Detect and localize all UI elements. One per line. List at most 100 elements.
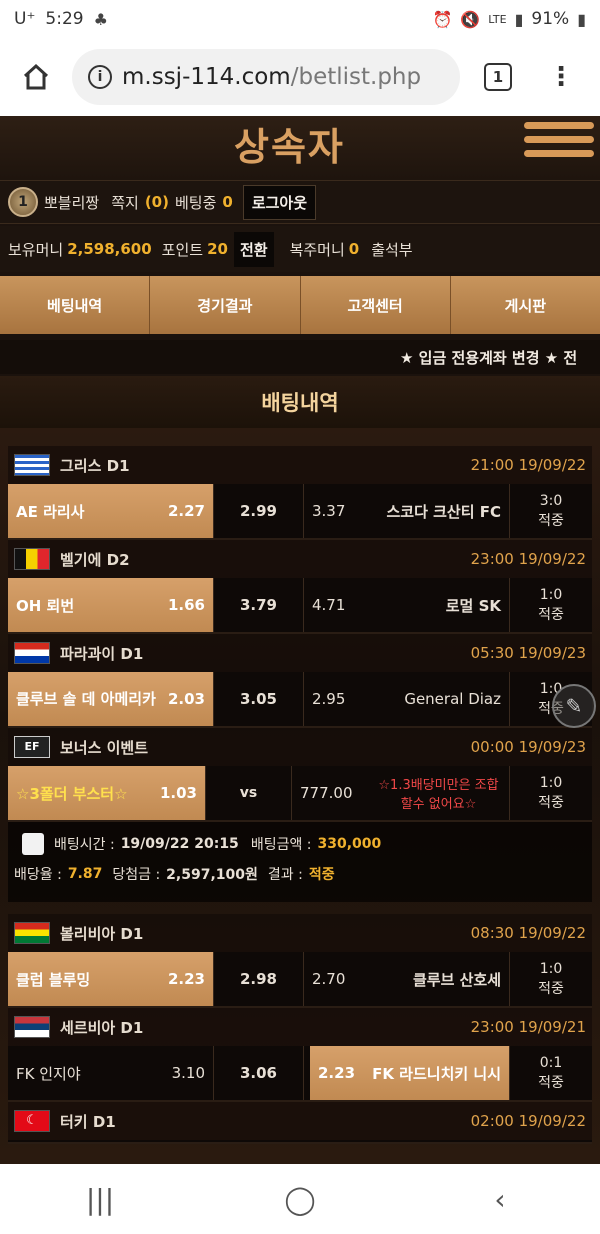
restore-money-label: 복주머니 [289, 240, 345, 259]
result-cell: 1:0 적중 [510, 952, 592, 1006]
bet-time-label: 배팅시간 : [54, 837, 115, 853]
attendance-link[interactable]: 출석부 [371, 239, 412, 260]
match-time: 23:00 19/09/21 [470, 1018, 586, 1036]
url-field[interactable]: i m.ssj-114.com /betlist.php [72, 49, 460, 105]
bet-list: 그리스 D1 21:00 19/09/22 AE 라리사 2.27 2.99 3… [8, 446, 592, 1144]
league-name: 그리스 D1 [60, 456, 130, 475]
info-icon[interactable]: i [88, 65, 112, 89]
nav-board[interactable]: 게시판 [451, 276, 600, 334]
home-team: AE 라리사 [16, 502, 85, 521]
away-pick[interactable]: 2.95 General Diaz [304, 672, 510, 726]
match-time: 00:00 19/09/23 [470, 738, 586, 756]
home-pick[interactable]: 클럽 블루밍 2.23 [8, 952, 214, 1006]
bet-time-value: 19/09/22 20:15 [120, 836, 239, 852]
bet-list-area: 그리스 D1 21:00 19/09/22 AE 라리사 2.27 2.99 3… [0, 428, 600, 1164]
away-odd: 3.37 [312, 502, 346, 520]
memo-link[interactable]: 쪽지 [111, 192, 139, 213]
result-label: 결과 : [267, 867, 303, 883]
site-logo[interactable]: 상속자 [234, 116, 345, 171]
match-time: 23:00 19/09/22 [470, 550, 586, 568]
nav-match-results[interactable]: 경기결과 [150, 276, 301, 334]
result-value: 적중 [308, 867, 335, 883]
select-checkbox[interactable] [22, 833, 44, 855]
result: 적중 [538, 607, 564, 623]
home-team: FK 인지야 [16, 1064, 81, 1083]
away-odd: 4.71 [312, 596, 346, 614]
system-navigation-bar: ||| ◯ ‹ [0, 1164, 600, 1234]
restore-money-value: 0 [348, 240, 360, 258]
home-icon[interactable] [12, 53, 60, 101]
draw-odd[interactable]: 2.99 [214, 484, 304, 538]
away-pick[interactable]: 2.70 클루브 산호세 [304, 952, 510, 1006]
notice-ticker: ★ 입금 전용계좌 변경 ★ 전 [0, 340, 600, 374]
score: 1:0 [539, 775, 563, 791]
away-team: FK 라드니치키 니시 [372, 1064, 501, 1083]
nav-customer-center[interactable]: 고객센터 [301, 276, 451, 334]
away-odd: 2.23 [318, 1064, 356, 1082]
away-pick[interactable]: 3.37 스코다 크산티 FC [304, 484, 510, 538]
more-menu-icon[interactable]: ⋮ [548, 64, 574, 90]
edit-fab-icon[interactable]: ✎ [552, 684, 596, 728]
point-value: 20 [207, 240, 228, 258]
signal-icon: ▮ [514, 9, 524, 29]
bet-row: AE 라리사 2.27 2.99 3.37 스코다 크산티 FC 3:0 적중 [8, 484, 592, 540]
result-cell: 0:1 적중 [510, 1046, 592, 1100]
league-name: 파라과이 D1 [60, 644, 144, 663]
home-pick[interactable]: 클루브 솔 데 아메리카 2.03 [8, 672, 214, 726]
away-team: 스코다 크산티 FC [386, 502, 502, 521]
recent-apps-icon[interactable]: ||| [70, 1183, 130, 1216]
nav-betting-history[interactable]: 베팅내역 [0, 276, 151, 334]
betting-label: 베팅중 [174, 193, 217, 212]
win-value: 2,597,100원 [166, 867, 258, 883]
away-team: 로멀 SK [445, 596, 501, 615]
turkey-flag-icon: ☾ [14, 1110, 50, 1132]
league-name: 볼리비아 D1 [60, 924, 144, 943]
bet-summary: 배팅시간 : 19/09/22 20:15 배팅금액 : 330,000 배당율… [8, 822, 592, 902]
away-pick[interactable]: 4.71 로멀 SK [304, 578, 510, 632]
home-team: 클루브 솔 데 아메리카 [16, 690, 156, 708]
carrier-label: U⁺ [14, 9, 36, 29]
paraguay-flag-icon [14, 642, 50, 664]
home-pick[interactable]: FK 인지야 3.10 [8, 1046, 214, 1100]
league-name: 세르비아 D1 [60, 1018, 144, 1037]
network-label: LTE [488, 12, 507, 26]
result: 적중 [538, 513, 564, 529]
home-pick[interactable]: ☆3폴더 부스터☆ 1.03 [8, 766, 206, 820]
bet-row: OH 뢰번 1.66 3.79 4.71 로멀 SK 1:0 적중 [8, 578, 592, 634]
score: 1:0 [539, 961, 563, 977]
draw-odd[interactable]: 2.98 [214, 952, 304, 1006]
away-team: ☆1.3배당미만은 조합 할수 없어요☆ [378, 778, 499, 812]
nickname: 뽀블리짱 [44, 193, 100, 212]
money-bar: 보유머니 2,598,600 포인트 20 전환 복주머니 0 출석부 [0, 226, 600, 272]
draw-odd[interactable]: 3.05 [214, 672, 304, 726]
back-icon[interactable]: ‹ [470, 1183, 530, 1216]
result-cell: 3:0 적중 [510, 484, 592, 538]
league-name: 터키 D1 [60, 1112, 116, 1131]
draw-odd[interactable]: 3.06 [214, 1046, 304, 1100]
memo-count[interactable]: (0) [145, 193, 169, 211]
tabs-button[interactable]: 1 [484, 63, 512, 91]
home-odd: 3.10 [171, 1064, 205, 1082]
home-pick[interactable]: OH 뢰번 1.66 [8, 578, 214, 632]
league-header: 벨기에 D2 23:00 19/09/22 [8, 540, 592, 578]
hamburger-menu-icon[interactable] [524, 122, 594, 162]
home-button-icon[interactable]: ◯ [270, 1183, 330, 1216]
battery-icon: ▮ [577, 9, 586, 29]
home-pick[interactable]: AE 라리사 2.27 [8, 484, 214, 538]
site-content: 상속자 1 뽀블리짱 쪽지 (0) 베팅중 0 로그아웃 보유머니 2,598,… [0, 116, 600, 1164]
draw-odd[interactable]: 3.79 [214, 578, 304, 632]
serbia-flag-icon [14, 1016, 50, 1038]
win-label: 당첨금 : [112, 867, 161, 883]
hold-money-value: 2,598,600 [67, 240, 152, 258]
away-pick[interactable]: 2.23 FK 라드니치키 니시 [310, 1046, 510, 1100]
away-odd: 777.00 [300, 784, 353, 802]
swap-button[interactable]: 전환 [233, 231, 274, 267]
logout-button[interactable]: 로그아웃 [242, 184, 317, 220]
match-time: 08:30 19/09/22 [470, 924, 586, 942]
away-pick[interactable]: 777.00 ☆1.3배당미만은 조합 할수 없어요☆ [292, 766, 510, 820]
status-bar: U⁺ 5:29 ♣ ⏰ 🔇 LTE ▮ 91% ▮ [0, 0, 600, 38]
home-odd: 2.27 [167, 502, 205, 520]
match-time: 02:00 19/09/22 [470, 1112, 586, 1130]
away-team: 클루브 산호세 [412, 970, 501, 989]
score: 0:1 [539, 1055, 563, 1071]
